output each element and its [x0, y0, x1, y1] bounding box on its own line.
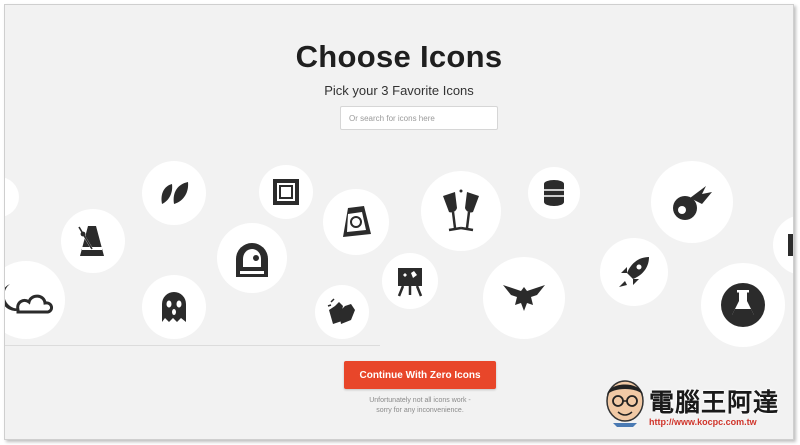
search-input[interactable]: [340, 106, 498, 130]
cloud-night-icon[interactable]: [5, 261, 65, 339]
ring-box-icon[interactable]: [323, 189, 389, 255]
clapping-hands-icon[interactable]: [315, 285, 369, 339]
page-title: Choose Icons: [295, 39, 503, 74]
flask-icon[interactable]: [701, 263, 785, 347]
easel-icon[interactable]: [382, 253, 438, 309]
rocket-icon[interactable]: [600, 238, 668, 306]
watermark: 電腦王阿達 http://www.kocpc.com.tw: [603, 377, 783, 435]
watermark-url: http://www.kocpc.com.tw: [649, 417, 757, 427]
frame-icon[interactable]: [259, 165, 313, 219]
partial-icon-left[interactable]: [5, 177, 19, 217]
astronaut-icon[interactable]: [217, 223, 287, 293]
icon-picker-page: Choose Icons Pick your 3 Favorite Icons: [4, 4, 794, 440]
leaves-icon[interactable]: [142, 161, 206, 225]
champagne-icon[interactable]: [421, 171, 501, 251]
page-subtitle: Pick your 3 Favorite Icons: [324, 83, 474, 98]
metronome-icon[interactable]: [61, 209, 125, 273]
scroll-divider: [5, 345, 380, 346]
watermark-logo: [606, 380, 644, 427]
watermark-name: 電腦王阿達: [649, 389, 780, 417]
comet-icon[interactable]: [651, 161, 733, 243]
partial-icon-right[interactable]: [773, 215, 793, 275]
ghost-icon[interactable]: [142, 275, 206, 339]
continue-button[interactable]: Continue With Zero Icons: [344, 361, 496, 389]
eagle-icon[interactable]: [483, 257, 565, 339]
database-icon[interactable]: [528, 167, 580, 219]
